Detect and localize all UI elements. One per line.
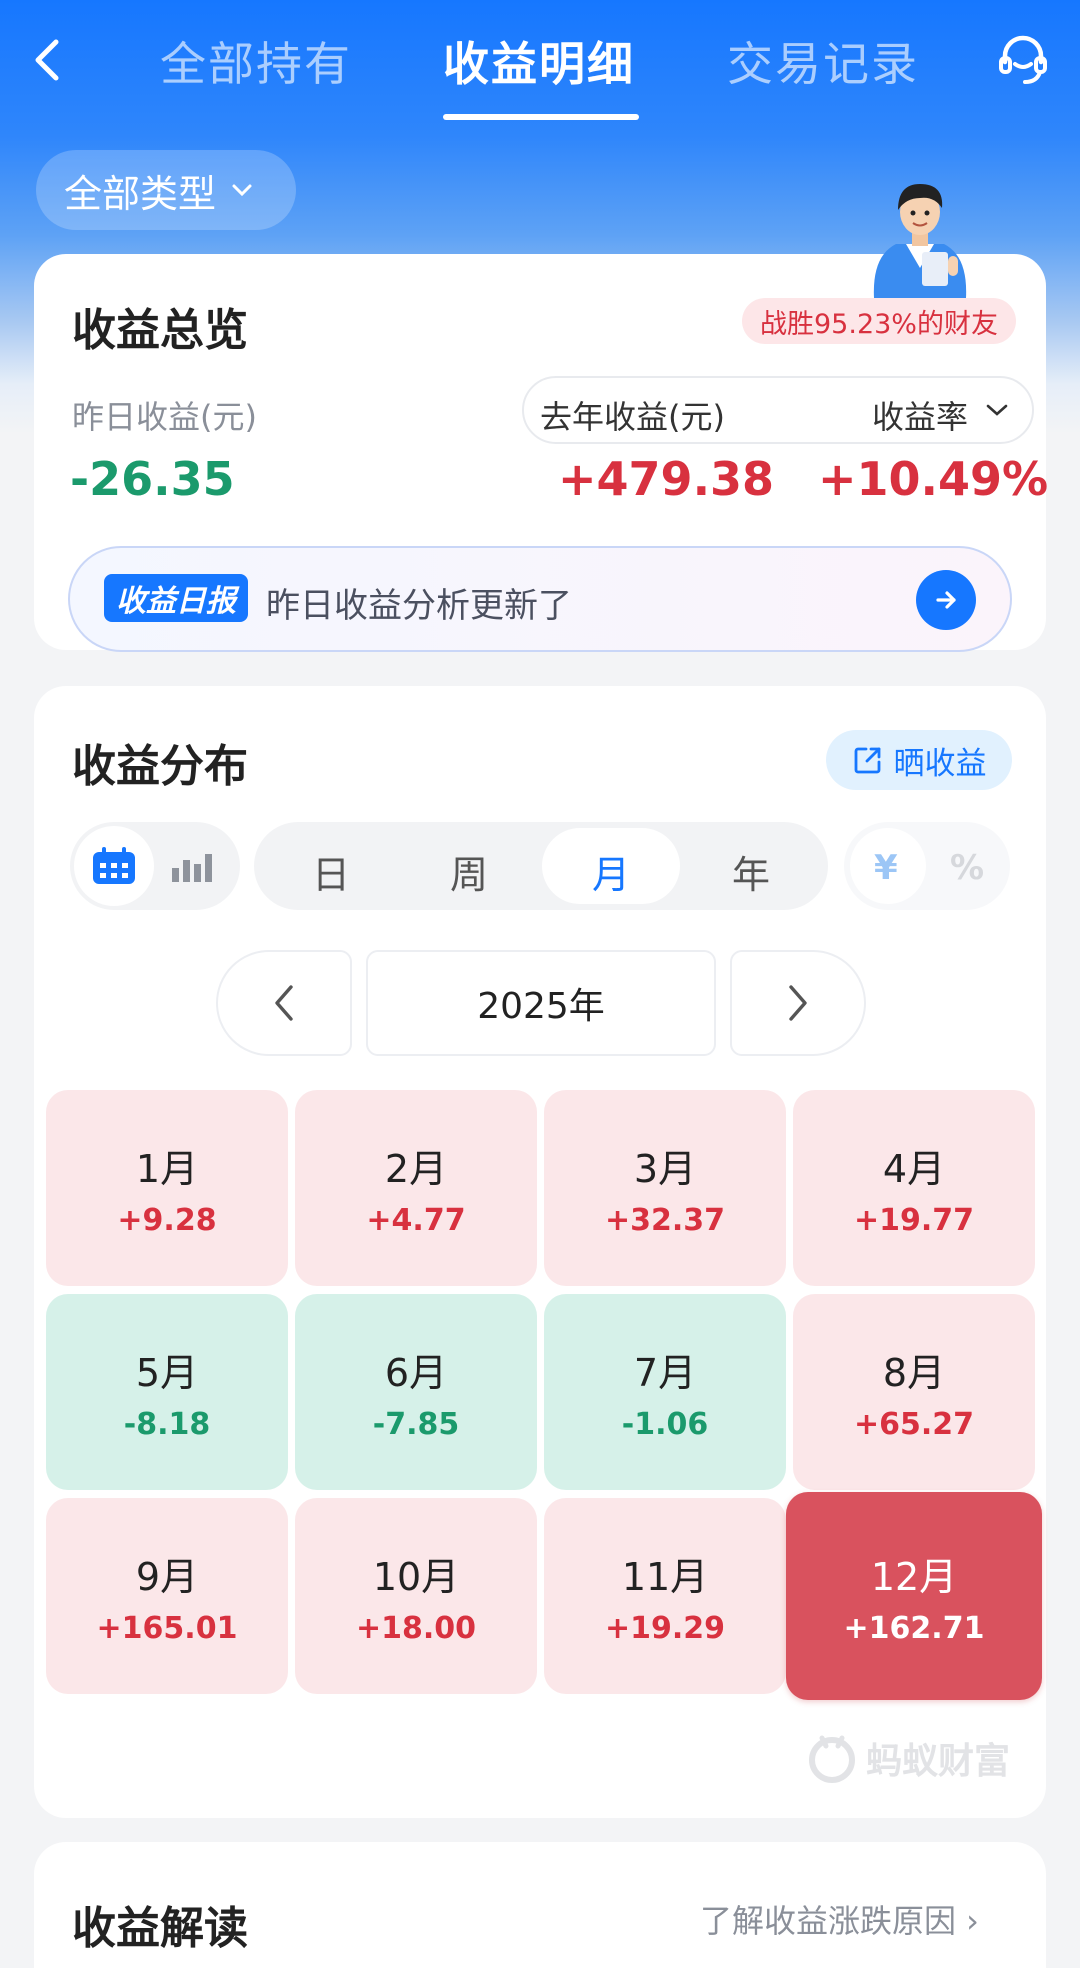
daily-report-arrow-button[interactable] — [916, 570, 976, 630]
chevron-right-icon — [789, 985, 807, 1021]
share-earnings-button[interactable]: 晒收益 — [826, 730, 1012, 790]
interpretation-title: 收益解读 — [72, 1903, 248, 1954]
period-day[interactable]: 日 — [312, 844, 350, 899]
calendar-icon — [93, 847, 135, 884]
month-value: +19.77 — [853, 1203, 975, 1238]
month-name: 8月 — [882, 1351, 946, 1395]
top-nav: 全部持有 收益明细 交易记录 — [0, 0, 1080, 130]
bar-chart-icon — [172, 854, 212, 882]
month-name: 7月 — [633, 1351, 697, 1395]
tab-transactions[interactable]: 交易记录 — [727, 28, 919, 94]
month-value: +162.71 — [843, 1611, 985, 1646]
watermark: 蚂蚁财富 — [806, 1732, 1010, 1784]
month-grid: 1月 +9.28 2月 +4.77 3月 +32.37 4月 +19.77 5月… — [46, 1090, 1042, 1700]
month-cell-aug[interactable]: 8月 +65.27 — [793, 1294, 1035, 1490]
share-earnings-label: 晒收益 — [893, 745, 987, 782]
year-label: 2025年 — [366, 950, 716, 1056]
month-cell-jul[interactable]: 7月 -1.06 — [544, 1294, 786, 1490]
month-cell-feb[interactable]: 2月 +4.77 — [295, 1090, 537, 1286]
previous-year-button[interactable] — [216, 950, 352, 1056]
customer-service-icon — [999, 35, 1047, 84]
month-value: +18.00 — [355, 1611, 477, 1646]
type-filter-label: 全部类型 — [64, 171, 217, 216]
month-value: +4.77 — [366, 1203, 466, 1238]
return-rate-label[interactable]: 收益率 — [872, 392, 968, 438]
month-name: 2月 — [384, 1147, 448, 1191]
month-cell-dec[interactable]: 12月 +162.71 — [786, 1492, 1042, 1700]
month-name: 5月 — [135, 1351, 199, 1395]
watermark-text: 蚂蚁财富 — [866, 1741, 1011, 1782]
daily-report-text: 昨日收益分析更新了 — [266, 586, 572, 626]
month-name: 1月 — [135, 1147, 199, 1191]
next-year-button[interactable] — [730, 950, 866, 1056]
period-month[interactable]: 月 — [592, 844, 630, 899]
month-name: 11月 — [621, 1555, 709, 1599]
tab-earnings-detail[interactable]: 收益明细 — [443, 28, 635, 94]
month-value: +165.01 — [96, 1611, 238, 1646]
chevron-left-icon — [275, 985, 293, 1021]
month-value: +19.29 — [604, 1611, 726, 1646]
yesterday-earnings-value: -26.35 — [70, 452, 235, 506]
month-name: 6月 — [384, 1351, 448, 1395]
calendar-view-button[interactable] — [74, 826, 154, 906]
chevron-down-icon — [986, 404, 1008, 416]
tab-holdings[interactable]: 全部持有 — [160, 28, 352, 94]
ant-logo-icon — [809, 1735, 855, 1783]
arrow-right-icon — [936, 591, 956, 609]
overview-title: 收益总览 — [72, 305, 248, 356]
month-cell-nov[interactable]: 11月 +19.29 — [544, 1498, 786, 1694]
distribution-title: 收益分布 — [72, 741, 248, 792]
bar-chart-view-button[interactable] — [168, 846, 218, 886]
month-value: -8.18 — [123, 1407, 211, 1442]
period-week[interactable]: 周 — [450, 844, 488, 899]
daily-report-tag: 收益日报 — [104, 574, 248, 622]
month-cell-may[interactable]: 5月 -8.18 — [46, 1294, 288, 1490]
back-button[interactable] — [28, 30, 68, 90]
month-name: 4月 — [882, 1147, 946, 1191]
unit-percent[interactable]: % — [950, 848, 984, 888]
interpretation-link[interactable]: 了解收益涨跌原因 › — [700, 1896, 979, 1942]
month-name: 9月 — [135, 1555, 199, 1599]
customer-service-button[interactable] — [993, 30, 1053, 90]
yesterday-earnings-label: 昨日收益(元) — [72, 398, 257, 436]
month-cell-sep[interactable]: 9月 +165.01 — [46, 1498, 288, 1694]
month-cell-apr[interactable]: 4月 +19.77 — [793, 1090, 1035, 1286]
month-name: 12月 — [870, 1555, 958, 1599]
month-value: +65.27 — [853, 1407, 975, 1442]
month-cell-oct[interactable]: 10月 +18.00 — [295, 1498, 537, 1694]
type-filter-dropdown[interactable]: 全部类型 — [36, 150, 296, 230]
month-cell-jun[interactable]: 6月 -7.85 — [295, 1294, 537, 1490]
month-value: -7.85 — [372, 1407, 460, 1442]
last-year-earnings-value: +479.38 — [558, 452, 775, 506]
rank-badge: 战胜95.23%的财友 — [742, 298, 1016, 344]
mascot-illustration — [860, 172, 980, 298]
month-value: +9.28 — [117, 1203, 217, 1238]
share-icon — [854, 747, 880, 774]
last-year-earnings-label: 去年收益(元) — [540, 398, 725, 436]
month-name: 10月 — [372, 1555, 460, 1599]
chevron-down-icon — [232, 184, 252, 197]
month-cell-mar[interactable]: 3月 +32.37 — [544, 1090, 786, 1286]
return-rate-value: +10.49% — [818, 452, 1049, 506]
month-value: +32.37 — [604, 1203, 726, 1238]
active-tab-indicator — [443, 114, 639, 120]
month-name: 3月 — [633, 1147, 697, 1191]
unit-amount[interactable]: ¥ — [874, 848, 898, 888]
month-value: -1.06 — [621, 1407, 709, 1442]
period-year[interactable]: 年 — [732, 844, 770, 899]
month-cell-jan[interactable]: 1月 +9.28 — [46, 1090, 288, 1286]
back-arrow-icon — [35, 39, 59, 81]
